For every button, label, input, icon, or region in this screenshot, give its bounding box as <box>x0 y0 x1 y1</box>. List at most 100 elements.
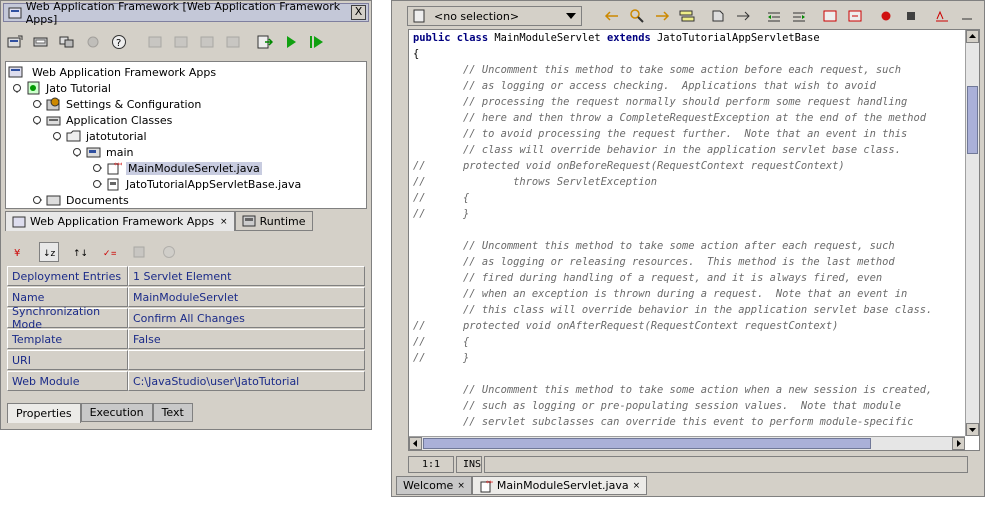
code-line[interactable]: // here and then throw a CompleteRequest… <box>413 110 963 126</box>
find-icon[interactable] <box>627 7 646 26</box>
member-selector-dropdown[interactable]: <no selection> <box>407 6 582 26</box>
property-row[interactable]: Name MainModuleServlet <box>7 287 365 307</box>
scroll-up-icon[interactable] <box>966 30 979 43</box>
tree-node-main[interactable]: main <box>72 144 133 160</box>
code-line[interactable]: // Uncomment this method to take some ac… <box>413 382 963 398</box>
property-row[interactable]: Template False <box>7 329 365 349</box>
property-row[interactable]: Synchronization Mode Confirm All Changes <box>7 305 365 331</box>
uncomment-icon[interactable] <box>845 7 864 26</box>
help-icon[interactable]: ? <box>109 32 129 52</box>
code-line[interactable]: // { <box>413 334 963 350</box>
tree-node-main-module-servlet[interactable]: *** MainModuleServlet.java <box>92 160 262 176</box>
code-line[interactable]: // as logging or access checking. Applic… <box>413 78 963 94</box>
property-value[interactable]: Confirm All Changes <box>128 308 365 328</box>
tab-close-icon[interactable]: × <box>457 481 465 491</box>
overflow-icon[interactable] <box>957 7 976 26</box>
tab-execution[interactable]: Execution <box>80 403 153 422</box>
record-macro-icon[interactable] <box>876 7 895 26</box>
code-line[interactable]: // fired during handling of a request, a… <box>413 270 963 286</box>
expand-handle-icon[interactable] <box>32 115 42 125</box>
expand-handle-icon[interactable] <box>52 131 62 141</box>
collapse-handle-icon[interactable] <box>92 179 102 189</box>
code-line[interactable]: // } <box>413 206 963 222</box>
next-bookmark-icon[interactable] <box>733 7 752 26</box>
property-row[interactable]: Web Module C:\JavaStudio\user\JatoTutori… <box>7 371 365 391</box>
tree-node-jato-tutorial[interactable]: Jato Tutorial <box>12 80 111 96</box>
code-line[interactable]: // Uncomment this method to take some ac… <box>413 62 963 78</box>
tree-node-settings[interactable]: Settings & Configuration <box>32 96 201 112</box>
scroll-thumb[interactable] <box>967 86 978 154</box>
code-line[interactable]: // to avoid processing the request furth… <box>413 126 963 142</box>
vertical-scrollbar[interactable] <box>965 30 979 436</box>
collapse-handle-icon[interactable] <box>32 99 42 109</box>
component-icon[interactable] <box>57 32 77 52</box>
code-line[interactable]: // such as logging or pre-populating ses… <box>413 398 963 414</box>
code-line[interactable]: { <box>413 46 963 62</box>
collapse-handle-icon[interactable] <box>32 195 42 205</box>
code-line[interactable]: // this class will override behavior in … <box>413 302 963 318</box>
form-icon[interactable] <box>223 32 243 52</box>
code-line[interactable] <box>413 222 963 238</box>
previous-bookmark-icon[interactable] <box>708 7 727 26</box>
toggle-highlight-icon[interactable] <box>677 7 696 26</box>
code-line[interactable]: // servlet subclasses can override this … <box>413 414 963 430</box>
close-button[interactable]: X <box>351 5 366 20</box>
debug-icon[interactable] <box>307 32 327 52</box>
shift-right-icon[interactable] <box>789 7 808 26</box>
tree-node-app-classes[interactable]: Application Classes <box>32 112 172 128</box>
tab-text[interactable]: Text <box>152 403 193 422</box>
find-next-icon[interactable] <box>652 7 671 26</box>
tab-properties[interactable]: Properties <box>7 403 81 423</box>
code-line[interactable]: // protected void onAfterRequest(Request… <box>413 318 963 334</box>
shift-left-icon[interactable] <box>764 7 783 26</box>
new-app-icon[interactable] <box>5 32 25 52</box>
tab-close-icon[interactable]: × <box>220 217 228 227</box>
sort-alphabetically-icon[interactable]: ↓z <box>39 242 59 262</box>
grid-icon[interactable] <box>171 32 191 52</box>
tree-node-jatotutorial[interactable]: jatotutorial <box>52 128 147 144</box>
tab-welcome[interactable]: Welcome × <box>396 476 472 495</box>
property-row[interactable]: Deployment Entries 1 Servlet Element <box>7 266 365 286</box>
code-text[interactable]: public class MainModuleServlet extends J… <box>413 30 963 436</box>
tree-node-documents[interactable]: Documents <box>32 192 129 208</box>
tab-main-module-servlet[interactable]: *** MainModuleServlet.java × <box>471 476 648 495</box>
code-line[interactable] <box>413 366 963 382</box>
code-line[interactable]: public class MainModuleServlet extends J… <box>413 30 963 46</box>
comment-icon[interactable] <box>820 7 839 26</box>
code-line[interactable]: // processing the request normally shoul… <box>413 94 963 110</box>
module-icon[interactable] <box>31 32 51 52</box>
tab-framework-apps[interactable]: Web Application Framework Apps × <box>5 211 235 231</box>
property-value[interactable]: C:\JavaStudio\user\JatoTutorial <box>128 371 365 391</box>
tab-close-icon[interactable]: × <box>633 481 641 491</box>
stop-macro-icon[interactable] <box>901 7 920 26</box>
code-line[interactable]: // protected void onBeforeRequest(Reques… <box>413 158 963 174</box>
tree-node-root[interactable]: Web Application Framework Apps <box>8 64 216 80</box>
scroll-thumb[interactable] <box>423 438 871 449</box>
property-row[interactable]: URI <box>7 350 365 370</box>
code-line[interactable]: // when an exception is thrown during a … <box>413 286 963 302</box>
tab-runtime[interactable]: Runtime <box>234 211 313 231</box>
sort-by-type-icon[interactable]: ¥ <box>9 242 29 262</box>
code-line[interactable]: // { <box>413 190 963 206</box>
show-editable-icon[interactable]: ✓= <box>99 242 119 262</box>
property-value[interactable] <box>128 350 365 370</box>
scroll-right-icon[interactable] <box>952 437 965 450</box>
scroll-left-icon[interactable] <box>409 437 422 450</box>
code-line[interactable]: // throws ServletException <box>413 174 963 190</box>
scroll-down-icon[interactable] <box>966 423 979 436</box>
list-icon[interactable] <box>145 32 165 52</box>
code-editor[interactable]: public class MainModuleServlet extends J… <box>408 29 980 451</box>
run-icon[interactable] <box>281 32 301 52</box>
format-icon[interactable] <box>932 7 951 26</box>
property-value[interactable]: False <box>128 329 365 349</box>
collapse-handle-icon[interactable] <box>92 163 102 173</box>
find-previous-icon[interactable] <box>602 7 621 26</box>
chevron-down-icon[interactable] <box>566 13 576 19</box>
code-line[interactable]: // class will override behavior in the a… <box>413 142 963 158</box>
table-icon[interactable] <box>197 32 217 52</box>
code-line[interactable]: // as logging or releasing resources. Th… <box>413 254 963 270</box>
property-value[interactable]: MainModuleServlet <box>128 287 365 307</box>
code-line[interactable]: // Uncomment this method to take some ac… <box>413 238 963 254</box>
property-value[interactable]: 1 Servlet Element <box>128 266 365 286</box>
tree-node-jato-base[interactable]: JatoTutorialAppServletBase.java <box>92 176 301 192</box>
